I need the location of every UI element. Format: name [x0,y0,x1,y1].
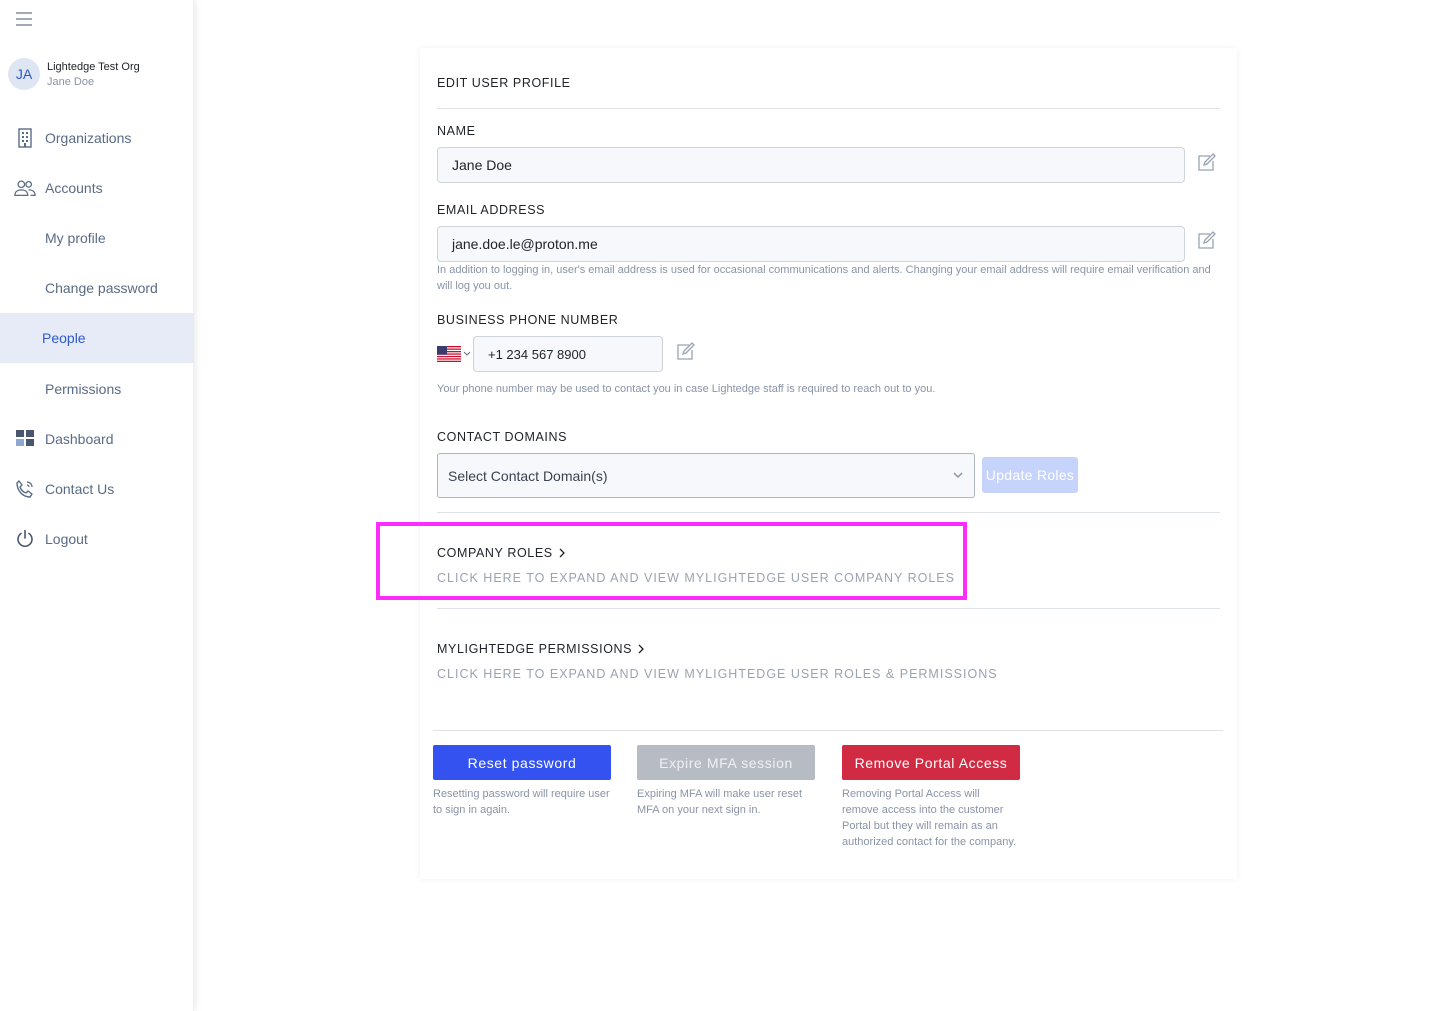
divider [437,512,1220,513]
org-switcher[interactable]: JA Lightedge Test Org Jane Doe [8,58,140,90]
sidebar-item-label: Change password [45,280,158,296]
remove-portal-access-button[interactable]: Remove Portal Access [842,745,1020,780]
permissions-expand-link[interactable]: CLICK HERE TO EXPAND AND VIEW MYLIGHTEDG… [437,667,998,681]
name-input[interactable]: Jane Doe [437,147,1185,183]
dashboard-icon [14,427,36,449]
page-title: EDIT USER PROFILE [437,76,571,90]
reset-password-button[interactable]: Reset password [433,745,611,780]
sidebar-item-label: Dashboard [45,431,114,447]
sidebar-item-contact-us[interactable]: Contact Us [0,464,194,514]
sidebar-item-label: My profile [45,230,106,246]
edit-profile-card: EDIT USER PROFILE NAME Jane Doe EMAIL AD… [420,48,1237,879]
avatar: JA [8,58,40,90]
sidebar: JA Lightedge Test Org Jane Doe Organizat… [0,0,194,1011]
hamburger-menu-icon[interactable] [16,12,32,26]
edit-email-icon[interactable] [1196,231,1216,251]
edit-name-icon[interactable] [1196,153,1216,173]
permissions-title: MYLIGHTEDGE PERMISSIONS [437,642,633,656]
expire-mfa-button[interactable]: Expire MFA session [637,745,815,780]
sidebar-item-change-password[interactable]: Change password [0,263,194,313]
sidebar-item-accounts[interactable]: Accounts [0,163,194,213]
user-name: Jane Doe [47,75,95,88]
sidebar-item-dashboard[interactable]: Dashboard [0,414,194,464]
permissions-toggle[interactable]: MYLIGHTEDGE PERMISSIONS [437,642,646,656]
phone-help-text: Your phone number may be used to contact… [437,383,936,395]
divider [437,108,1220,109]
name-label: NAME [437,124,476,138]
power-icon [14,528,36,550]
sidebar-item-people[interactable]: People [0,313,194,363]
sidebar-item-label: Accounts [45,180,103,196]
phone-icon [14,478,36,500]
phone-input[interactable]: +1 234 567 8900 [473,336,663,372]
update-roles-button[interactable]: Update Roles [982,457,1078,493]
reset-password-help: Resetting password will require user to … [433,788,610,816]
us-flag-icon [437,346,461,362]
email-input[interactable]: jane.doe.le@proton.me [437,226,1185,262]
users-icon [14,177,36,199]
divider [433,730,1223,731]
email-label: EMAIL ADDRESS [437,203,546,217]
divider [437,608,1220,609]
chevron-right-icon [638,644,645,654]
select-placeholder: Select Contact Domain(s) [448,467,608,484]
remove-portal-access-help: Removing Portal Access will remove acces… [842,788,1017,848]
sidebar-item-my-profile[interactable]: My profile [0,213,194,263]
sidebar-item-permissions[interactable]: Permissions [0,364,194,414]
org-name: Lightedge Test Org [47,60,140,73]
sidebar-item-label: Organizations [45,130,132,146]
contact-domains-label: CONTACT DOMAINS [437,430,568,444]
country-flag-select[interactable] [437,346,471,362]
phone-label: BUSINESS PHONE NUMBER [437,313,619,327]
contact-domains-select[interactable]: Select Contact Domain(s) [437,453,975,498]
highlight-annotation-box [376,522,967,600]
sidebar-item-label: Permissions [45,381,122,397]
chevron-down-icon [463,351,471,356]
edit-phone-icon[interactable] [675,342,695,362]
sidebar-item-logout[interactable]: Logout [0,514,194,564]
sidebar-item-label: People [42,330,86,346]
chevron-down-icon [953,472,963,479]
sidebar-item-organizations[interactable]: Organizations [0,113,194,163]
email-help-text: In addition to logging in, user's email … [437,264,1211,292]
sidebar-item-label: Logout [45,531,88,547]
expire-mfa-help: Expiring MFA will make user reset MFA on… [637,788,803,816]
building-icon [14,127,36,149]
sidebar-item-label: Contact Us [45,481,115,497]
